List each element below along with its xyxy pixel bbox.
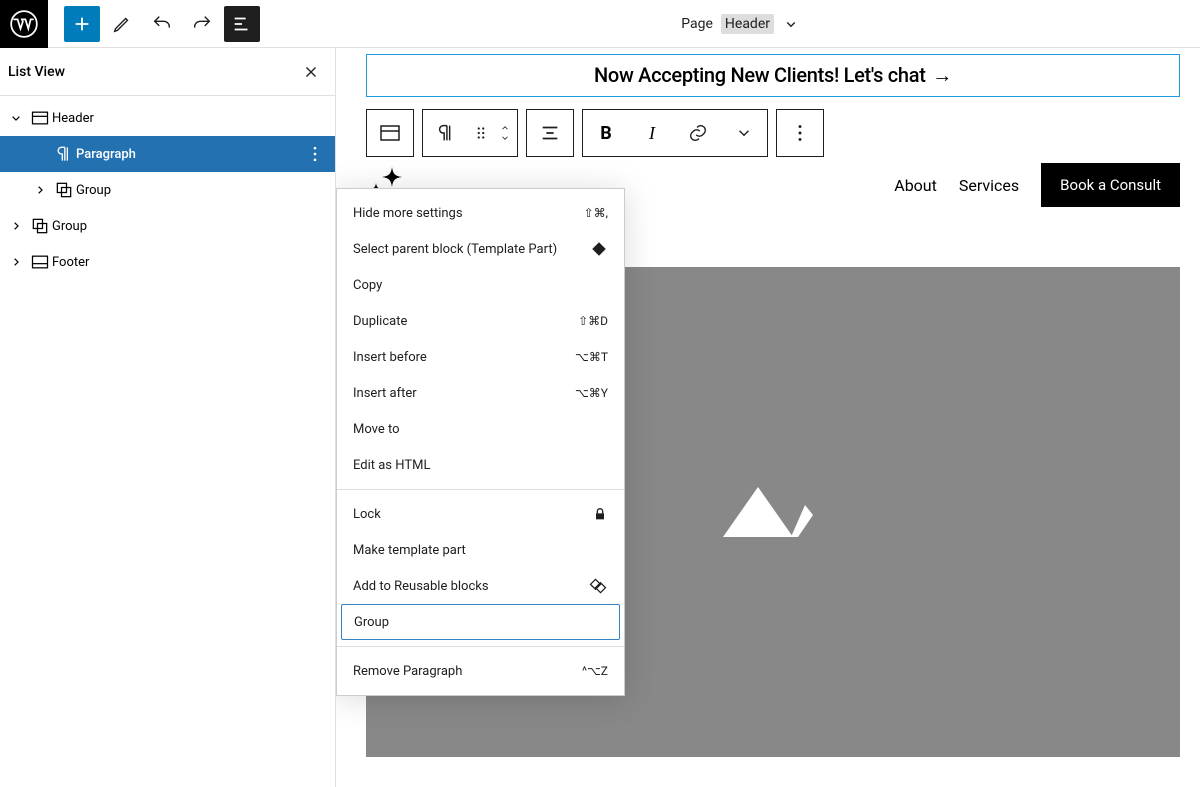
nav-services[interactable]: Services [959,176,1019,195]
tree-row-footer[interactable]: Footer [0,244,335,280]
shortcut-label: ⇧⌘D [578,314,608,328]
tree-row-label: Group [76,183,327,198]
paragraph-icon [52,144,76,164]
shortcut-label: ⌥⌘T [575,350,608,364]
footer-icon [28,252,52,272]
doc-context: Header [721,14,774,34]
menu-item-select-parent-block-template-part-[interactable]: Select parent block (Template Part) [337,231,624,267]
tree-row-group[interactable]: Group [0,208,335,244]
caret-icon [4,254,28,270]
link-button[interactable] [675,110,721,156]
shortcut-label: ^⌥Z [582,664,608,678]
shortcut-label: ⌥⌘Y [575,386,608,400]
menu-item-label: Lock [353,507,381,522]
menu-item-copy[interactable]: Copy [337,267,624,303]
group-icon [28,216,52,236]
menu-item-label: Edit as HTML [353,458,430,473]
menu-item-hide-more-settings[interactable]: Hide more settings ⇧⌘, [337,195,624,231]
list-view-sidebar: List View Header Paragraph Group Group Foote… [0,48,336,787]
tree-row-paragraph[interactable]: Paragraph [0,136,335,172]
menu-item-label: Insert after [353,386,417,401]
more-rich-text-button[interactable] [721,110,767,156]
redo-button[interactable] [184,6,220,42]
menu-item-edit-as-html[interactable]: Edit as HTML [337,447,624,483]
menu-item-insert-before[interactable]: Insert before ⌥⌘T [337,339,624,375]
block-tree: Header Paragraph Group Group Footer [0,96,335,284]
menu-item-lock[interactable]: Lock [337,496,624,532]
move-up-down-button[interactable] [493,110,517,156]
menu-item-label: Select parent block (Template Part) [353,242,557,257]
close-sidebar-button[interactable] [299,60,323,84]
menu-item-label: Move to [353,422,400,437]
menu-item-duplicate[interactable]: Duplicate ⇧⌘D [337,303,624,339]
mountain-icon [713,477,833,547]
block-context-menu: Hide more settings ⇧⌘, Select parent block… [336,188,625,696]
edit-tool-button[interactable] [104,6,140,42]
tree-row-label: Header [52,111,327,126]
lock-icon [592,506,608,522]
add-block-button[interactable] [64,6,100,42]
tree-row-label: Footer [52,255,327,270]
bold-button[interactable]: B [583,110,629,156]
sidebar-header: List View [0,48,335,96]
announcement-bar[interactable]: Now Accepting New Clients! Let's chat → [366,54,1180,97]
document-title[interactable]: Page Header [681,14,1200,34]
tree-row-label: Paragraph [76,147,303,162]
header-nav: About Services Book a Consult [894,163,1180,207]
menu-item-insert-after[interactable]: Insert after ⌥⌘Y [337,375,624,411]
drag-handle-icon[interactable] [469,110,493,156]
editor-tools [48,6,260,42]
caret-icon [28,182,52,198]
arrow-right-icon: → [932,63,952,87]
align-button[interactable] [527,110,573,156]
menu-item-label: Group [354,615,389,630]
block-toolbar: B I [366,109,1180,157]
caret-icon [4,218,28,234]
group-icon [52,180,76,200]
menu-item-label: Duplicate [353,314,407,329]
announcement-text: Now Accepting New Clients! Let's chat [594,63,926,87]
block-type-button[interactable] [367,110,413,156]
tree-row-group[interactable]: Group [0,172,335,208]
paragraph-icon-button[interactable] [423,110,469,156]
block-options-button[interactable] [777,110,823,156]
undo-button[interactable] [144,6,180,42]
menu-item-label: Hide more settings [353,206,463,221]
editor-canvas: Now Accepting New Clients! Let's chat → [336,48,1200,787]
diamond-icon [590,240,608,258]
list-view-toggle-button[interactable] [224,6,260,42]
menu-item-group[interactable]: Group [341,604,620,640]
tree-row-header[interactable]: Header [0,100,335,136]
nav-about[interactable]: About [894,176,937,195]
row-options-button[interactable] [303,142,327,166]
menu-item-label: Add to Reusable blocks [353,579,489,594]
menu-item-remove-paragraph[interactable]: Remove Paragraph ^⌥Z [337,653,624,689]
menu-item-label: Make template part [353,543,466,558]
sidebar-title: List View [8,64,65,80]
diamonds-icon [588,576,608,596]
menu-item-label: Insert before [353,350,427,365]
menu-item-add-to-reusable-blocks[interactable]: Add to Reusable blocks [337,568,624,604]
shortcut-label: ⇧⌘, [584,206,608,220]
doc-label: Page [681,16,713,32]
wordpress-logo[interactable] [0,0,48,48]
menu-item-label: Remove Paragraph [353,664,462,679]
book-consult-button[interactable]: Book a Consult [1041,163,1180,207]
chevron-down-icon [782,15,800,33]
italic-button[interactable]: I [629,110,675,156]
menu-item-move-to[interactable]: Move to [337,411,624,447]
tree-row-label: Group [52,219,327,234]
header-icon [28,108,52,128]
menu-item-label: Copy [353,278,382,293]
menu-item-make-template-part[interactable]: Make template part [337,532,624,568]
caret-icon [4,110,28,126]
editor-topbar: Page Header [0,0,1200,48]
